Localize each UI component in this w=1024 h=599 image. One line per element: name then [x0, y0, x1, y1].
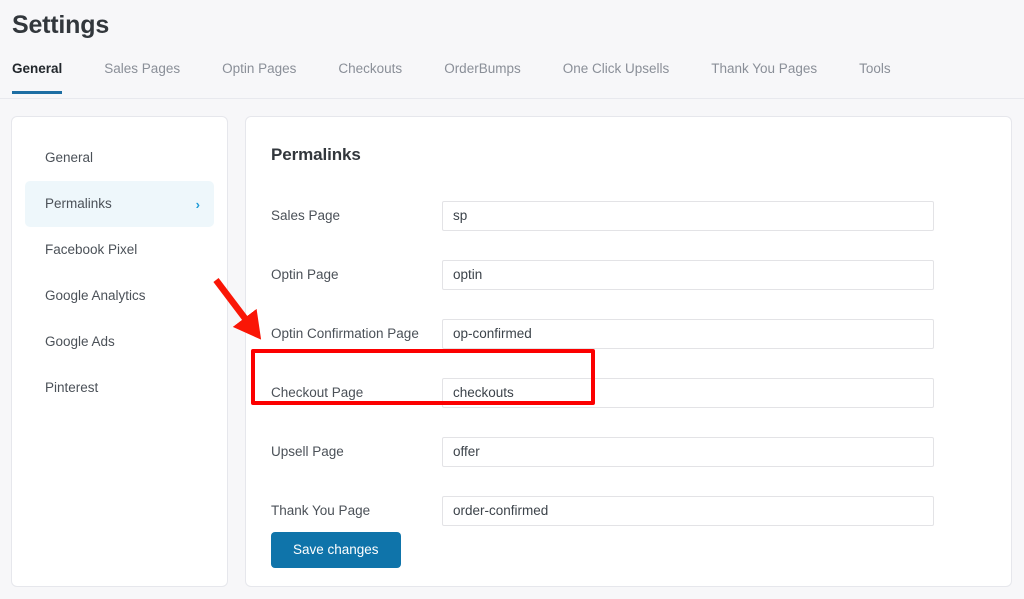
sidebar-item-general[interactable]: General: [25, 135, 214, 181]
save-changes-button[interactable]: Save changes: [271, 532, 401, 568]
sidebar-item-label: Facebook Pixel: [45, 242, 138, 258]
sidebar-item-google-ads[interactable]: Google Ads: [25, 319, 214, 365]
tab-bar: General Sales Pages Optin Pages Checkouts Or…: [0, 58, 1024, 99]
tab-tools[interactable]: Tools: [859, 58, 915, 94]
input-thank-you-page[interactable]: [442, 495, 934, 526]
label-checkout-page: Checkout Page: [271, 384, 364, 400]
input-optin-confirmation-page[interactable]: [442, 318, 934, 349]
input-upsell-page[interactable]: [442, 436, 934, 467]
sidebar-item-pinterest[interactable]: Pinterest: [25, 365, 214, 411]
sidebar-list: General Permalinks › Facebook Pixel Google A…: [12, 117, 227, 411]
save-button-wrapper: Save changes: [271, 532, 401, 568]
tab-general[interactable]: General: [12, 58, 86, 94]
sidebar-item-permalinks[interactable]: Permalinks ›: [25, 181, 214, 227]
input-checkout-page[interactable]: [442, 377, 934, 408]
chevron-right-icon: ›: [195, 196, 200, 212]
tab-orderbumps[interactable]: OrderBumps: [444, 58, 545, 94]
tabs-list: General Sales Pages Optin Pages Checkouts Or…: [0, 58, 1024, 98]
label-thank-you-page: Thank You Page: [271, 502, 371, 518]
form-row-optin-page: Optin Page: [246, 245, 1013, 304]
label-optin-page: Optin Page: [271, 266, 339, 282]
form-row-upsell-page: Upsell Page: [246, 422, 1013, 481]
tab-thank-you-pages[interactable]: Thank You Pages: [711, 58, 841, 94]
label-sales-page: Sales Page: [271, 207, 341, 223]
sidebar-item-label: Pinterest: [45, 380, 99, 396]
input-optin-page[interactable]: [442, 259, 934, 290]
form-row-checkout-page: Checkout Page: [246, 363, 1013, 422]
label-upsell-page: Upsell Page: [271, 443, 344, 459]
panel-title: Permalinks: [271, 145, 361, 164]
sidebar-item-label: Permalinks: [45, 196, 112, 212]
settings-page: Settings General Sales Pages Optin Pages Ch…: [0, 0, 1024, 599]
sidebar-item-label: Google Ads: [45, 334, 115, 350]
tab-optin-pages[interactable]: Optin Pages: [222, 58, 320, 94]
sidebar-item-label: General: [45, 150, 94, 166]
tab-one-click-upsells[interactable]: One Click Upsells: [563, 58, 694, 94]
tab-checkouts[interactable]: Checkouts: [338, 58, 426, 94]
form-row-sales-page: Sales Page: [246, 186, 1013, 245]
input-sales-page[interactable]: [442, 200, 934, 231]
form-row-optin-confirmation-page: Optin Confirmation Page: [246, 304, 1013, 363]
tab-sales-pages[interactable]: Sales Pages: [104, 58, 204, 94]
permalinks-form: Sales Page Optin Page Optin Confirmation P…: [246, 186, 1013, 540]
settings-sidebar-card: General Permalinks › Facebook Pixel Google A…: [11, 116, 228, 587]
page-title: Settings: [12, 11, 110, 39]
sidebar-item-facebook-pixel[interactable]: Facebook Pixel: [25, 227, 214, 273]
label-optin-confirmation-page: Optin Confirmation Page: [271, 325, 419, 341]
sidebar-item-label: Google Analytics: [45, 288, 146, 304]
sidebar-item-google-analytics[interactable]: Google Analytics: [25, 273, 214, 319]
permalinks-panel-card: Permalinks Sales Page Optin Page Optin Con…: [245, 116, 1012, 587]
